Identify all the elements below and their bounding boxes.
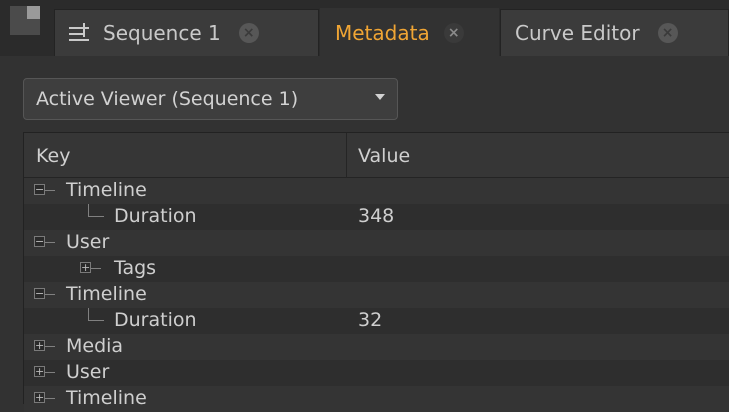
close-icon[interactable]: × bbox=[238, 23, 259, 43]
table-header: Key Value bbox=[24, 133, 729, 178]
metadata-table: Key Value − Timeline Duration 348 − User + Tags… bbox=[23, 132, 729, 412]
tab-label: Sequence 1 bbox=[103, 21, 221, 45]
column-divider[interactable] bbox=[346, 133, 347, 178]
tree-connector bbox=[88, 216, 104, 217]
column-header-key[interactable]: Key bbox=[36, 145, 70, 167]
viewer-select-value: Active Viewer (Sequence 1) bbox=[36, 88, 299, 110]
expand-icon[interactable]: + bbox=[34, 340, 45, 351]
tree-connector bbox=[45, 190, 55, 191]
row-value: 348 bbox=[358, 205, 395, 227]
table-row[interactable]: + Timeline bbox=[24, 386, 729, 412]
tree-connector bbox=[45, 346, 55, 347]
tree-connector bbox=[88, 320, 104, 321]
tree-connector bbox=[45, 294, 55, 295]
row-key: Duration bbox=[114, 205, 197, 227]
expand-icon[interactable]: + bbox=[34, 392, 45, 403]
table-row[interactable]: − Timeline bbox=[24, 178, 729, 204]
tab-metadata[interactable]: Metadata × bbox=[320, 8, 499, 56]
expand-icon[interactable]: + bbox=[34, 366, 45, 377]
table-row[interactable]: + User bbox=[24, 360, 729, 386]
tree-connector bbox=[45, 372, 55, 373]
tree-connector bbox=[45, 398, 55, 399]
tree-connector bbox=[45, 242, 55, 243]
row-key: User bbox=[66, 231, 110, 253]
row-key: Media bbox=[66, 335, 124, 357]
row-key: Timeline bbox=[66, 283, 147, 305]
collapse-icon[interactable]: − bbox=[34, 288, 45, 299]
row-key: User bbox=[66, 361, 110, 383]
table-row[interactable]: − User bbox=[24, 230, 729, 256]
tab-bar: Sequence 1 × Metadata × Curve Editor × bbox=[0, 0, 729, 56]
row-key: Timeline bbox=[66, 179, 147, 201]
collapse-icon[interactable]: − bbox=[34, 236, 45, 247]
column-header-value[interactable]: Value bbox=[358, 145, 410, 167]
table-row[interactable]: + Media bbox=[24, 334, 729, 360]
expand-icon[interactable]: + bbox=[80, 262, 91, 273]
tab-sequence-1[interactable]: Sequence 1 × bbox=[54, 9, 319, 56]
table-row[interactable]: Duration 32 bbox=[24, 308, 729, 334]
close-icon[interactable]: × bbox=[443, 22, 464, 43]
tree-connector bbox=[91, 268, 101, 269]
panel-menu-button[interactable] bbox=[10, 6, 40, 35]
row-value: 32 bbox=[358, 309, 383, 331]
chevron-down-icon bbox=[375, 94, 385, 100]
viewer-select[interactable]: Active Viewer (Sequence 1) bbox=[23, 78, 398, 120]
tab-label: Curve Editor bbox=[515, 21, 640, 45]
table-row[interactable]: + Tags bbox=[24, 256, 729, 282]
sequence-icon bbox=[69, 23, 91, 43]
table-row[interactable]: − Timeline bbox=[24, 282, 729, 308]
tab-curve-editor[interactable]: Curve Editor × bbox=[500, 9, 729, 56]
close-icon[interactable]: × bbox=[657, 23, 678, 43]
tab-label: Metadata bbox=[335, 20, 430, 45]
table-row[interactable]: Duration 348 bbox=[24, 204, 729, 230]
row-key: Duration bbox=[114, 309, 197, 331]
row-key: Timeline bbox=[66, 387, 147, 409]
collapse-icon[interactable]: − bbox=[34, 184, 45, 195]
row-key: Tags bbox=[114, 257, 157, 279]
